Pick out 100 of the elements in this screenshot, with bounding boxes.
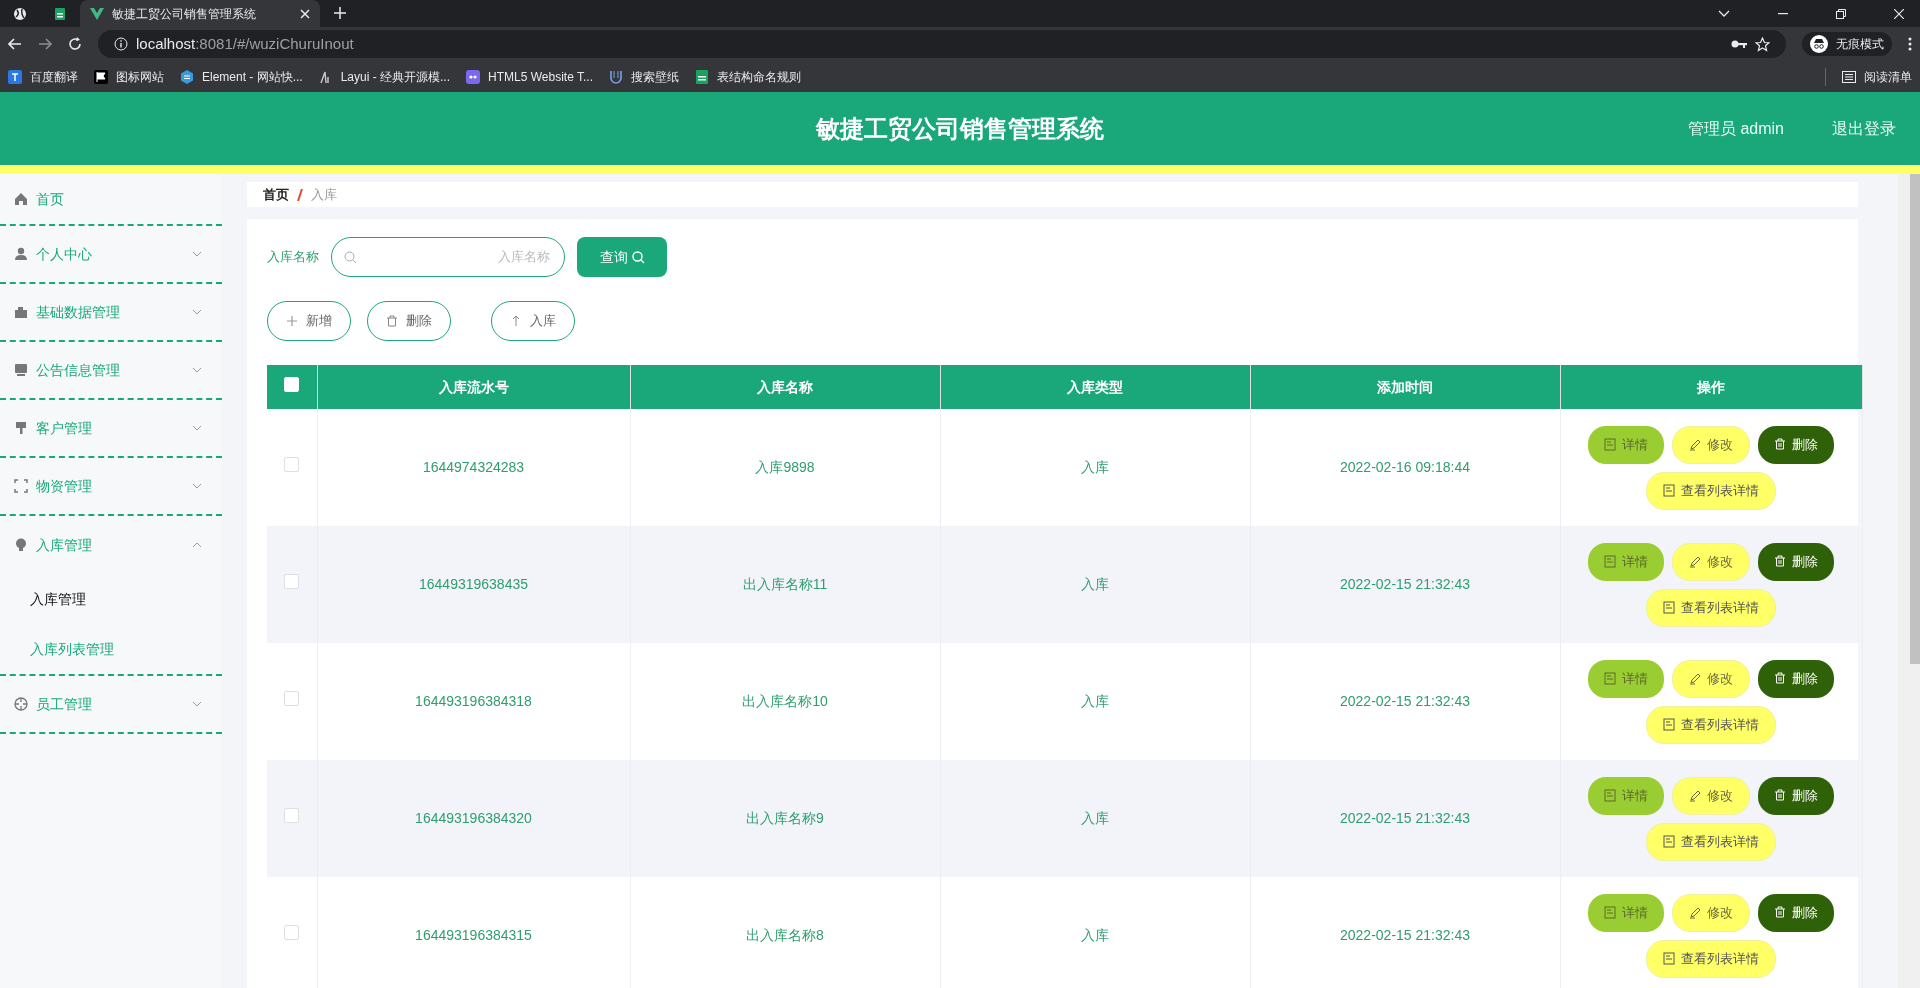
document-icon [1604, 672, 1616, 685]
star-icon[interactable] [1755, 36, 1770, 52]
lightbulb-icon [14, 538, 28, 552]
list-details-button[interactable]: 查看列表详情 [1646, 939, 1776, 978]
row-checkbox[interactable] [284, 457, 300, 472]
pencil-icon [1689, 672, 1701, 685]
column-header: 入库名称 [630, 365, 940, 409]
detail-button[interactable]: 详情 [1588, 659, 1664, 698]
flag-icon [94, 69, 108, 84]
table-cell: 出入库名称10 [742, 693, 828, 709]
pencil-icon [1689, 906, 1701, 919]
bookmark-link[interactable]: 表结构命名规则 [695, 67, 801, 86]
browser-tab[interactable]: 敏捷工贸公司销售管理系统 [80, 0, 320, 27]
trash-icon [1774, 438, 1786, 451]
table-cell: 入库 [1081, 927, 1109, 943]
back-arrow-icon[interactable] [8, 38, 22, 50]
edit-button[interactable]: 修改 [1672, 425, 1750, 464]
document-icon [1663, 835, 1675, 848]
search-label: 入库名称 [267, 248, 319, 267]
edit-button[interactable]: 修改 [1672, 659, 1750, 698]
delete-button[interactable]: 删除 [1758, 425, 1834, 464]
column-header: 入库类型 [940, 365, 1250, 409]
select-all-checkbox[interactable] [284, 376, 300, 392]
add-button[interactable]: 新增 [267, 301, 351, 341]
person-icon [14, 247, 28, 261]
delete-button[interactable]: 删除 [367, 301, 451, 341]
row-checkbox[interactable] [284, 691, 300, 706]
close-icon[interactable] [300, 8, 310, 19]
breadcrumb-item[interactable]: 首页 [263, 184, 289, 205]
list-details-button[interactable]: 查看列表详情 [1646, 705, 1776, 744]
row-checkbox[interactable] [284, 574, 300, 589]
document-icon [1663, 718, 1675, 731]
bookmark-link[interactable]: Layui - 经典开源模... [318, 67, 451, 86]
user-name: 管理员 admin [1687, 118, 1784, 139]
edit-button[interactable]: 修改 [1672, 542, 1750, 581]
breadcrumb-item: 入库 [311, 185, 337, 204]
document-icon [1663, 952, 1675, 965]
detail-button[interactable]: 详情 [1588, 893, 1664, 932]
bookmark-link[interactable]: Element - 网站快... [180, 67, 303, 86]
delete-button[interactable]: 删除 [1758, 542, 1834, 581]
table-cell: 164493196384320 [415, 810, 532, 826]
column-header: 操作 [1560, 365, 1862, 409]
translate-icon [8, 69, 22, 84]
more-icon[interactable] [1908, 37, 1912, 51]
list-icon [1842, 70, 1856, 83]
trash-icon [1774, 789, 1786, 802]
delete-button[interactable]: 删除 [1758, 659, 1834, 698]
table-cell: 出入库名称9 [746, 810, 824, 826]
edit-button[interactable]: 修改 [1672, 893, 1750, 932]
delete-button[interactable]: 删除 [1758, 893, 1834, 932]
bookmark-link[interactable]: 搜索壁纸 [609, 67, 679, 86]
reload-icon[interactable] [68, 37, 82, 51]
bookmark-link[interactable]: HTML5 Website T... [466, 67, 593, 86]
document-icon [1604, 555, 1616, 568]
table-cell: 入库 [1081, 810, 1109, 826]
trash-icon [1774, 672, 1786, 685]
restore-icon[interactable] [1836, 8, 1846, 19]
bookmark-link[interactable]: 百度翻译 [8, 67, 78, 86]
detail-button[interactable]: 详情 [1588, 542, 1664, 581]
submenu-item[interactable]: 入库管理 [0, 574, 222, 625]
magnet-icon [609, 69, 623, 84]
list-details-button[interactable]: 查看列表详情 [1646, 588, 1776, 627]
bookmark-link[interactable]: 图标网站 [94, 67, 164, 86]
scrollbar[interactable] [1898, 174, 1920, 988]
table-cell: 2022-02-15 21:32:43 [1340, 810, 1470, 826]
key-icon[interactable] [1731, 39, 1747, 49]
chevron-down-icon[interactable] [1718, 9, 1730, 18]
info-icon [114, 37, 128, 51]
column-header: 入库流水号 [317, 365, 630, 409]
document-icon [1663, 484, 1675, 497]
import-button[interactable]: 入库 [491, 301, 575, 341]
table-cell: 入库 [1081, 693, 1109, 709]
pencil-icon [1689, 789, 1701, 802]
close-icon[interactable] [1894, 8, 1904, 19]
search-icon [631, 250, 645, 264]
new-tab-icon[interactable] [334, 7, 346, 19]
slash-icon [297, 188, 303, 201]
incognito-badge[interactable]: 无痕模式 [1802, 32, 1892, 56]
edit-button[interactable]: 修改 [1672, 776, 1750, 815]
table-cell: 2022-02-15 21:32:43 [1340, 693, 1470, 709]
row-checkbox[interactable] [284, 925, 300, 940]
sheet-icon [695, 69, 709, 84]
pencil-icon [1689, 555, 1701, 568]
row-checkbox[interactable] [284, 808, 300, 823]
forward-arrow-icon[interactable] [38, 38, 52, 50]
reading-list-button[interactable]: 阅读清单 [1825, 67, 1912, 86]
list-details-button[interactable]: 查看列表详情 [1646, 471, 1776, 510]
delete-button[interactable]: 删除 [1758, 776, 1834, 815]
incognito-icon [1810, 35, 1828, 53]
document-icon [1604, 438, 1616, 451]
table-cell: 164493196384315 [415, 927, 532, 943]
detail-button[interactable]: 详情 [1588, 425, 1664, 464]
document-icon [1663, 601, 1675, 614]
minimize-icon[interactable] [1778, 12, 1788, 15]
list-details-button[interactable]: 查看列表详情 [1646, 822, 1776, 861]
detail-button[interactable]: 详情 [1588, 776, 1664, 815]
search-field[interactable]: 入库名称 [365, 246, 552, 268]
table-cell: 出入库名称11 [742, 576, 828, 592]
upload-arrow-icon [510, 315, 522, 327]
hexagon-icon [180, 69, 194, 84]
